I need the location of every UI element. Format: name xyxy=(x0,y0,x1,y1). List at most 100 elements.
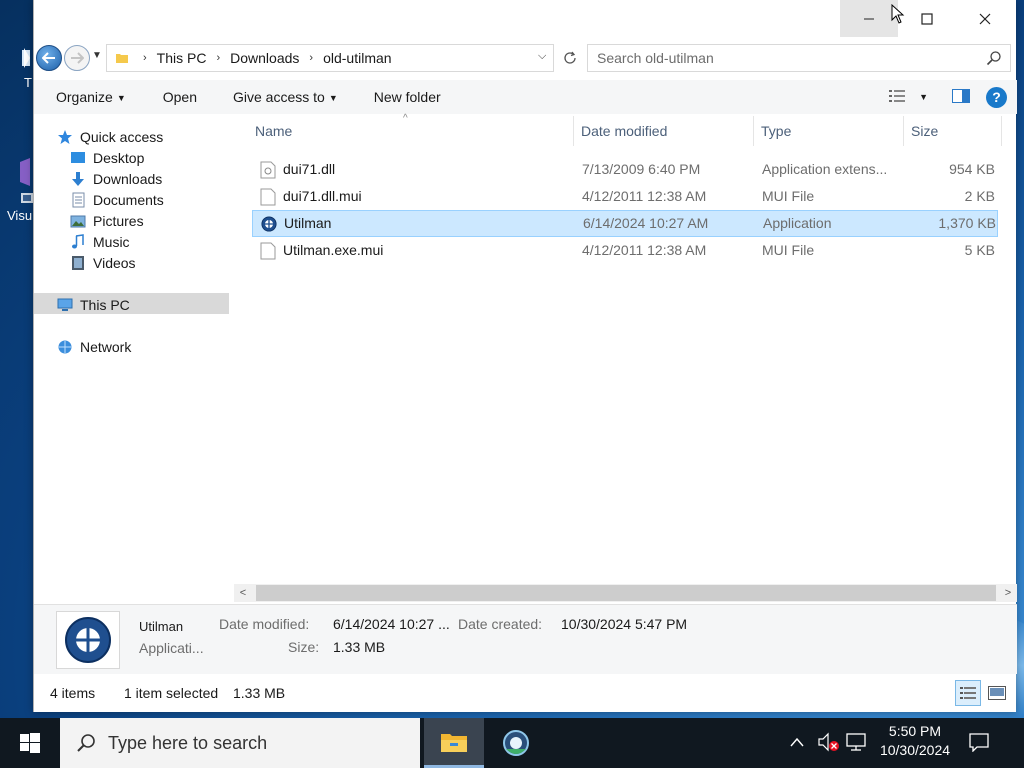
nav-pictures[interactable]: Pictures xyxy=(70,210,144,231)
music-note-icon xyxy=(70,233,86,250)
explorer-window: ▼ › This PC › Downloads › old-utilman ⌵ … xyxy=(33,0,1017,712)
nav-pictures-label: Pictures xyxy=(93,212,144,229)
taskbar-utilman-app[interactable] xyxy=(486,718,546,768)
nav-this-pc[interactable]: This PC xyxy=(57,294,130,315)
file-type: Application xyxy=(763,215,832,231)
breadcrumb-downloads[interactable]: Downloads xyxy=(230,50,299,66)
details-view-button[interactable] xyxy=(955,680,981,706)
breadcrumb-separator-icon: › xyxy=(143,52,147,64)
recent-locations-dropdown[interactable]: ▼ xyxy=(92,50,102,61)
view-options-dropdown[interactable]: ▼ xyxy=(913,92,944,102)
show-hidden-icons-button[interactable] xyxy=(790,734,804,750)
forward-button[interactable] xyxy=(64,45,90,71)
file-size: 5 KB xyxy=(964,242,995,258)
file-type: Application extens... xyxy=(762,161,888,177)
help-button[interactable]: ? xyxy=(986,86,1007,108)
mouse-cursor-icon xyxy=(891,4,905,24)
file-row[interactable]: Utilman.exe.mui 4/12/2011 12:38 AM MUI F… xyxy=(252,238,998,265)
nav-videos-label: Videos xyxy=(93,254,136,271)
nav-videos[interactable]: Videos xyxy=(70,252,136,273)
command-toolbar: Organize ▼ Open Give access to ▼ New folde… xyxy=(34,80,1017,114)
scroll-right-button[interactable]: > xyxy=(999,584,1017,602)
column-header-size[interactable]: Size xyxy=(904,116,1002,146)
forward-arrow-icon xyxy=(71,52,84,64)
search-icon xyxy=(986,51,1001,66)
nav-downloads[interactable]: Downloads xyxy=(70,168,162,189)
download-arrow-icon xyxy=(70,171,86,187)
minimize-icon xyxy=(864,18,874,19)
address-bar[interactable]: › This PC › Downloads › old-utilman xyxy=(106,44,554,72)
refresh-button[interactable] xyxy=(558,44,582,72)
file-size: 1,370 KB xyxy=(938,215,996,231)
large-icons-view-button[interactable] xyxy=(984,680,1010,706)
file-row[interactable]: dui71.dll.mui 4/12/2011 12:38 AM MUI Fil… xyxy=(252,184,998,211)
search-input[interactable]: Search old-utilman xyxy=(587,44,1011,72)
organize-button[interactable]: Organize ▼ xyxy=(34,89,137,105)
open-button[interactable]: Open xyxy=(137,89,208,105)
taskbar-search-input[interactable]: Type here to search xyxy=(60,718,420,768)
file-list: Name ^ Date modified Type Size dui71.dll… xyxy=(248,113,1017,586)
column-header-type[interactable]: Type xyxy=(754,116,904,146)
details-date-created: 10/30/2024 5:47 PM xyxy=(561,616,688,632)
details-date-created-label: Date created: xyxy=(458,616,543,632)
breadcrumb-old-utilman[interactable]: old-utilman xyxy=(323,50,391,66)
status-selected-count: 1 item selected xyxy=(124,685,219,701)
desktop-icon-1-label: T xyxy=(24,75,32,90)
give-access-button[interactable]: Give access to ▼ xyxy=(208,89,349,105)
new-folder-button[interactable]: New folder xyxy=(349,89,452,105)
nav-desktop[interactable]: Desktop xyxy=(70,147,144,168)
nav-desktop-label: Desktop xyxy=(93,149,145,166)
network-status-button[interactable] xyxy=(846,732,868,755)
column-header-name[interactable]: Name xyxy=(248,116,574,146)
taskbar-search-placeholder: Type here to search xyxy=(108,732,268,753)
nav-music[interactable]: Music xyxy=(70,231,130,252)
column-header-date[interactable]: Date modified xyxy=(574,116,754,146)
status-selected-size: 1.33 MB xyxy=(233,685,286,701)
start-button[interactable] xyxy=(0,718,60,768)
clock[interactable]: 5:50 PM 10/30/2024 xyxy=(870,722,960,760)
volume-button[interactable] xyxy=(818,732,840,755)
file-type: MUI File xyxy=(762,242,815,258)
address-history-dropdown[interactable]: ⌵ xyxy=(538,50,546,63)
dll-file-icon xyxy=(260,161,276,179)
desktop-icon-2[interactable]: Visu xyxy=(0,158,34,223)
nav-documents[interactable]: Documents xyxy=(70,189,164,210)
taskbar: Type here to search 5:50 PM 10/30/2024 xyxy=(0,718,1024,768)
taskbar-file-explorer[interactable] xyxy=(424,718,484,768)
scroll-left-button[interactable]: < xyxy=(234,584,252,602)
minimize-button[interactable] xyxy=(840,0,898,37)
search-placeholder: Search old-utilman xyxy=(597,50,714,66)
details-view-icon xyxy=(889,89,906,102)
details-file-name: Utilman xyxy=(139,619,184,634)
desktop-icon-1[interactable]: T xyxy=(0,44,34,90)
sort-ascending-icon: ^ xyxy=(403,113,408,124)
horizontal-scrollbar[interactable]: < > xyxy=(234,584,1017,602)
desktop-icon-2-label: Visu xyxy=(7,208,33,223)
windows-logo-icon xyxy=(20,733,40,753)
file-name: dui71.dll xyxy=(283,161,336,177)
help-icon: ? xyxy=(992,89,1001,105)
nav-network[interactable]: Network xyxy=(57,336,131,357)
nav-network-label: Network xyxy=(80,338,132,355)
preview-pane-button[interactable] xyxy=(944,88,978,106)
utilman-app-icon xyxy=(261,216,277,232)
address-row: ▼ › This PC › Downloads › old-utilman ⌵ … xyxy=(34,42,1017,74)
back-button[interactable] xyxy=(36,45,62,71)
scroll-thumb[interactable] xyxy=(256,585,996,601)
title-bar[interactable] xyxy=(34,0,1016,38)
file-row-selected[interactable]: Utilman 6/14/2024 10:27 AM Application 1… xyxy=(252,210,998,237)
file-date: 7/13/2009 6:40 PM xyxy=(582,161,701,177)
nav-quick-access[interactable]: Quick access xyxy=(57,126,163,147)
details-pane: Utilman Applicati... Date modified: 6/14… xyxy=(34,604,1017,674)
file-date: 4/12/2011 12:38 AM xyxy=(582,242,707,258)
network-icon xyxy=(57,339,73,355)
maximize-button[interactable] xyxy=(898,0,956,37)
details-file-type: Applicati... xyxy=(139,640,204,656)
breadcrumb-this-pc[interactable]: This PC xyxy=(157,50,207,66)
view-options-button[interactable] xyxy=(883,89,913,106)
details-view-icon xyxy=(960,687,976,699)
close-button[interactable] xyxy=(956,0,1014,37)
action-center-button[interactable] xyxy=(968,732,990,755)
preview-pane-icon xyxy=(952,88,970,103)
file-row[interactable]: dui71.dll 7/13/2009 6:40 PM Application … xyxy=(252,157,998,184)
